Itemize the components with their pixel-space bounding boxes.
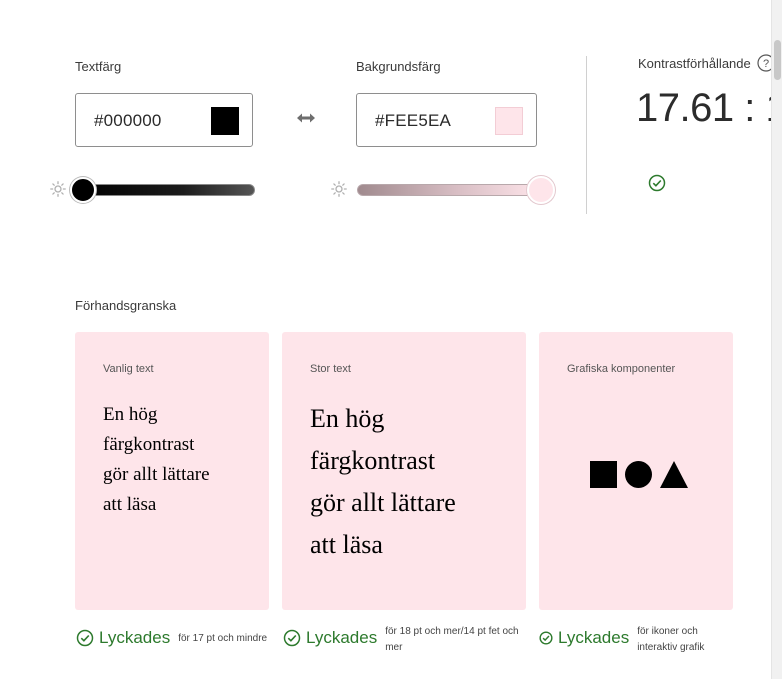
check-circle-icon	[283, 629, 301, 647]
preview-label: Förhandsgranska	[75, 298, 177, 313]
contrast-ratio-label: Kontrastförhållande	[638, 56, 751, 71]
graphic-shapes	[590, 461, 688, 488]
scrollbar-thumb[interactable]	[774, 40, 781, 80]
background-color-brightness-slider[interactable]	[357, 184, 542, 196]
background-color-swatch[interactable]	[495, 107, 523, 135]
text-color-swatch[interactable]	[211, 107, 239, 135]
sample-text-normal: En hög färgkontrast gör allt lättare att…	[103, 400, 210, 520]
result-large-text: Lyckades för 18 pt och mer/14 pt fet och…	[283, 626, 519, 656]
card-title: Vanlig text	[103, 363, 154, 375]
result-note-line: interaktiv grafik	[637, 642, 705, 653]
card-title: Stor text	[310, 363, 351, 375]
check-circle-icon	[539, 631, 553, 645]
sample-text-large: En hög färgkontrast gör allt lättare att…	[310, 398, 456, 566]
result-note: för 18 pt och mer/14 pt fet och mer	[385, 624, 518, 656]
result-note: för 17 pt och mindre	[178, 633, 268, 644]
text-color-hex-value[interactable]: #000000	[94, 111, 162, 131]
preview-card-normal-text: Vanlig text En hög färgkontrast gör allt…	[75, 332, 269, 610]
circle-shape	[625, 461, 652, 488]
sample-line: gör allt lättare	[310, 488, 456, 517]
sample-line: att läsa	[310, 530, 383, 559]
result-note-line: mer	[385, 642, 403, 653]
triangle-shape	[660, 461, 688, 488]
result-status: Lyckades	[99, 628, 171, 647]
brightness-icon	[331, 181, 347, 197]
check-circle-icon	[76, 629, 94, 647]
sample-line: En hög	[103, 404, 158, 425]
result-status: Lyckades	[306, 628, 378, 647]
result-status: Lyckades	[558, 628, 630, 647]
text-color-label: Textfärg	[75, 59, 122, 74]
sample-line: gör allt lättare	[103, 464, 210, 485]
sample-line: färgkontrast	[310, 446, 436, 475]
result-note-line: för 18 pt och mer/14 pt fet och	[385, 626, 519, 637]
card-title: Grafiska komponenter	[567, 363, 676, 375]
swap-arrows-icon[interactable]	[296, 112, 316, 124]
preview-card-graphics: Grafiska komponenter	[539, 332, 733, 610]
result-graphics: Lyckades för ikoner och interaktiv grafi…	[539, 626, 704, 656]
sample-line: att läsa	[103, 494, 157, 515]
svg-text:?: ?	[763, 58, 769, 70]
text-color-brightness-slider[interactable]	[76, 184, 255, 196]
vertical-scrollbar[interactable]	[771, 0, 782, 679]
background-color-slider-handle[interactable]	[527, 176, 555, 204]
sample-line: En hög	[310, 404, 385, 433]
background-color-input[interactable]: #FEE5EA	[356, 93, 537, 147]
text-color-input[interactable]: #000000	[75, 93, 253, 147]
square-shape	[590, 461, 617, 488]
section-divider	[586, 56, 587, 214]
check-circle-icon	[648, 174, 666, 192]
sample-line: färgkontrast	[103, 434, 195, 455]
contrast-ratio-value: 17.61 : 1	[636, 86, 782, 130]
brightness-icon	[50, 181, 66, 197]
result-note-line: för ikoner och	[637, 626, 698, 637]
background-color-hex-value[interactable]: #FEE5EA	[375, 111, 451, 131]
background-color-label: Bakgrundsfärg	[356, 59, 441, 74]
result-normal-text: Lyckades för 17 pt och mindre	[76, 628, 267, 648]
result-note: för ikoner och interaktiv grafik	[637, 624, 704, 656]
text-color-slider-handle[interactable]	[70, 177, 96, 203]
preview-card-large-text: Stor text En hög färgkontrast gör allt l…	[282, 332, 526, 610]
